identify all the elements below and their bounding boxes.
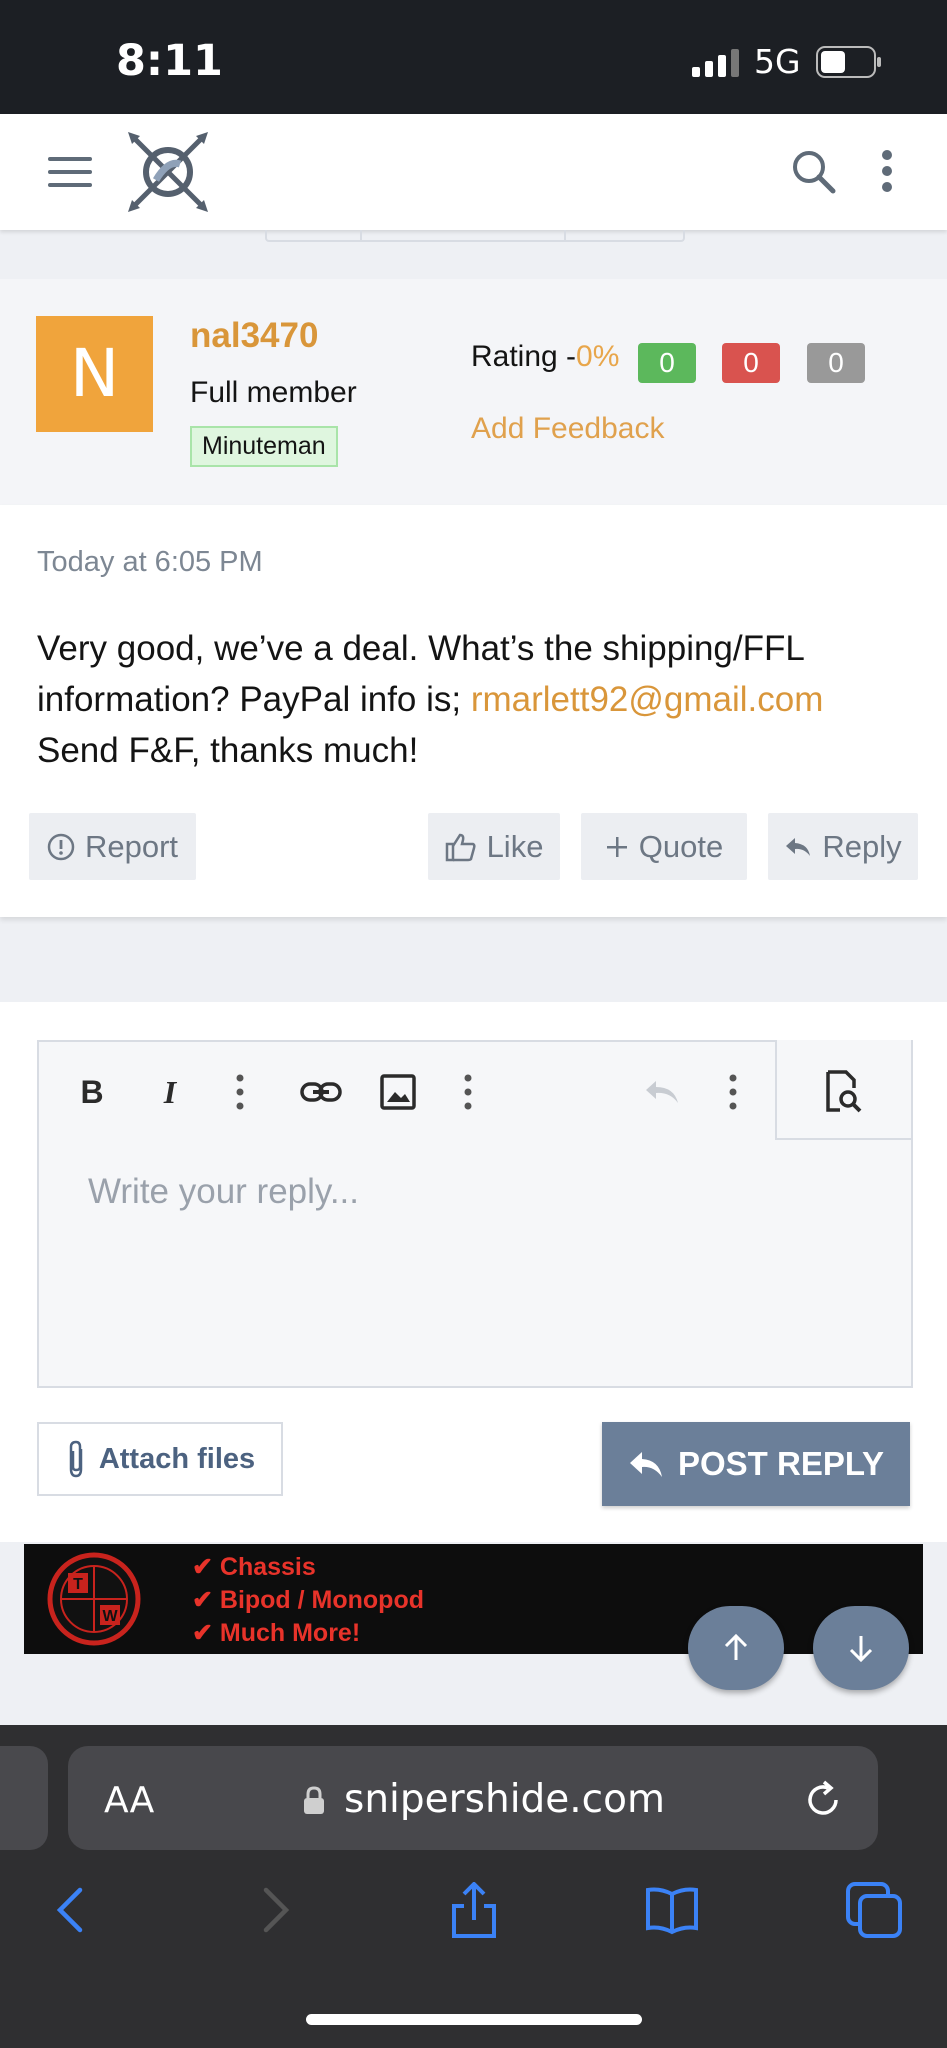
reply-arrow-icon bbox=[786, 837, 811, 856]
ad-logo-letter-w: W bbox=[102, 1608, 118, 1625]
paperclip-icon bbox=[69, 1440, 83, 1478]
quote-label: Quote bbox=[638, 828, 724, 864]
more-insert-icon[interactable] bbox=[462, 1070, 474, 1114]
network-type: 5G bbox=[754, 42, 801, 81]
preview-icon[interactable] bbox=[824, 1070, 864, 1114]
more-format-icon[interactable] bbox=[234, 1070, 246, 1114]
rating-percent: 0% bbox=[576, 340, 620, 373]
reload-icon[interactable] bbox=[804, 1780, 844, 1820]
cellular-signal-icon bbox=[692, 49, 739, 77]
rating-label: Rating -0% bbox=[471, 340, 619, 374]
previous-tab-edge[interactable] bbox=[0, 1746, 48, 1850]
user-rank-badge: Minuteman bbox=[190, 426, 338, 467]
tabs-icon[interactable] bbox=[846, 1882, 902, 1938]
arrow-up-icon bbox=[724, 1634, 748, 1660]
avatar[interactable]: N bbox=[36, 316, 153, 432]
share-icon[interactable] bbox=[446, 1882, 502, 1938]
username-link[interactable]: nal3470 bbox=[190, 316, 318, 356]
add-feedback-link[interactable]: Add Feedback bbox=[471, 412, 664, 446]
reply-button[interactable]: Reply bbox=[768, 813, 918, 880]
post-reply-button[interactable]: POST REPLY bbox=[602, 1422, 910, 1506]
arrow-down-icon bbox=[849, 1636, 873, 1662]
hamburger-menu-icon[interactable] bbox=[48, 155, 92, 189]
user-title: Full member bbox=[190, 376, 357, 409]
pagination-remnant bbox=[265, 230, 685, 242]
status-time: 8:11 bbox=[116, 36, 223, 86]
scroll-to-bottom-button[interactable] bbox=[813, 1606, 909, 1690]
like-label: Like bbox=[486, 828, 544, 864]
attach-files-label: Attach files bbox=[98, 1442, 256, 1475]
ad-line-more: ✔ Much More! bbox=[192, 1619, 361, 1647]
text-size-button[interactable]: AA bbox=[104, 1780, 154, 1821]
reply-label: Reply bbox=[822, 828, 902, 864]
alert-circle-icon bbox=[47, 833, 75, 860]
reply-arrow-icon bbox=[629, 1452, 662, 1477]
report-button[interactable]: Report bbox=[29, 813, 196, 880]
more-options-editor-icon[interactable] bbox=[727, 1070, 739, 1114]
forward-icon[interactable] bbox=[246, 1882, 302, 1938]
negative-feedback-count[interactable]: 0 bbox=[722, 343, 780, 383]
advertiser-logo-icon[interactable]: T W bbox=[46, 1551, 142, 1647]
battery-icon bbox=[816, 46, 881, 78]
thumbs-up-icon bbox=[445, 833, 476, 861]
neutral-feedback-count[interactable]: 0 bbox=[807, 343, 865, 383]
post-message: Very good, we’ve a deal. What’s the ship… bbox=[37, 623, 917, 776]
link-icon[interactable] bbox=[299, 1070, 343, 1114]
home-indicator bbox=[306, 2014, 642, 2025]
bookmarks-icon[interactable] bbox=[644, 1882, 700, 1938]
reply-placeholder[interactable]: Write your reply... bbox=[88, 1172, 359, 1212]
quote-button[interactable]: Quote bbox=[581, 813, 747, 880]
report-label: Report bbox=[84, 828, 179, 864]
lock-icon bbox=[304, 1786, 324, 1814]
image-icon[interactable] bbox=[380, 1070, 416, 1114]
rating-label-text: Rating - bbox=[471, 340, 577, 373]
search-icon[interactable] bbox=[790, 148, 836, 194]
url-text[interactable]: snipershide.com bbox=[344, 1777, 665, 1822]
post-date[interactable]: Today at 6:05 PM bbox=[37, 546, 263, 579]
ad-logo-letter-t: T bbox=[73, 1576, 83, 1593]
like-button[interactable]: Like bbox=[428, 813, 560, 880]
back-icon[interactable] bbox=[44, 1882, 100, 1938]
email-link[interactable]: rmarlett92@gmail.com bbox=[471, 680, 824, 719]
site-logo-icon[interactable] bbox=[126, 130, 210, 214]
ad-line-chassis: ✔ Chassis bbox=[192, 1553, 316, 1581]
italic-button[interactable]: I bbox=[154, 1070, 186, 1114]
scroll-to-top-button[interactable] bbox=[688, 1606, 784, 1690]
plus-icon bbox=[606, 836, 627, 857]
advertisement-banner[interactable] bbox=[24, 1544, 923, 1654]
post-reply-label: POST REPLY bbox=[677, 1445, 884, 1482]
bold-button[interactable]: B bbox=[76, 1070, 108, 1114]
positive-feedback-count[interactable]: 0 bbox=[638, 343, 696, 383]
post-text-part2: Send F&F, thanks much! bbox=[37, 731, 419, 770]
ad-line-bipod: ✔ Bipod / Monopod bbox=[192, 1586, 424, 1614]
undo-icon[interactable] bbox=[642, 1070, 682, 1114]
more-options-icon[interactable] bbox=[880, 148, 894, 194]
attach-files-button[interactable]: Attach files bbox=[37, 1422, 283, 1496]
